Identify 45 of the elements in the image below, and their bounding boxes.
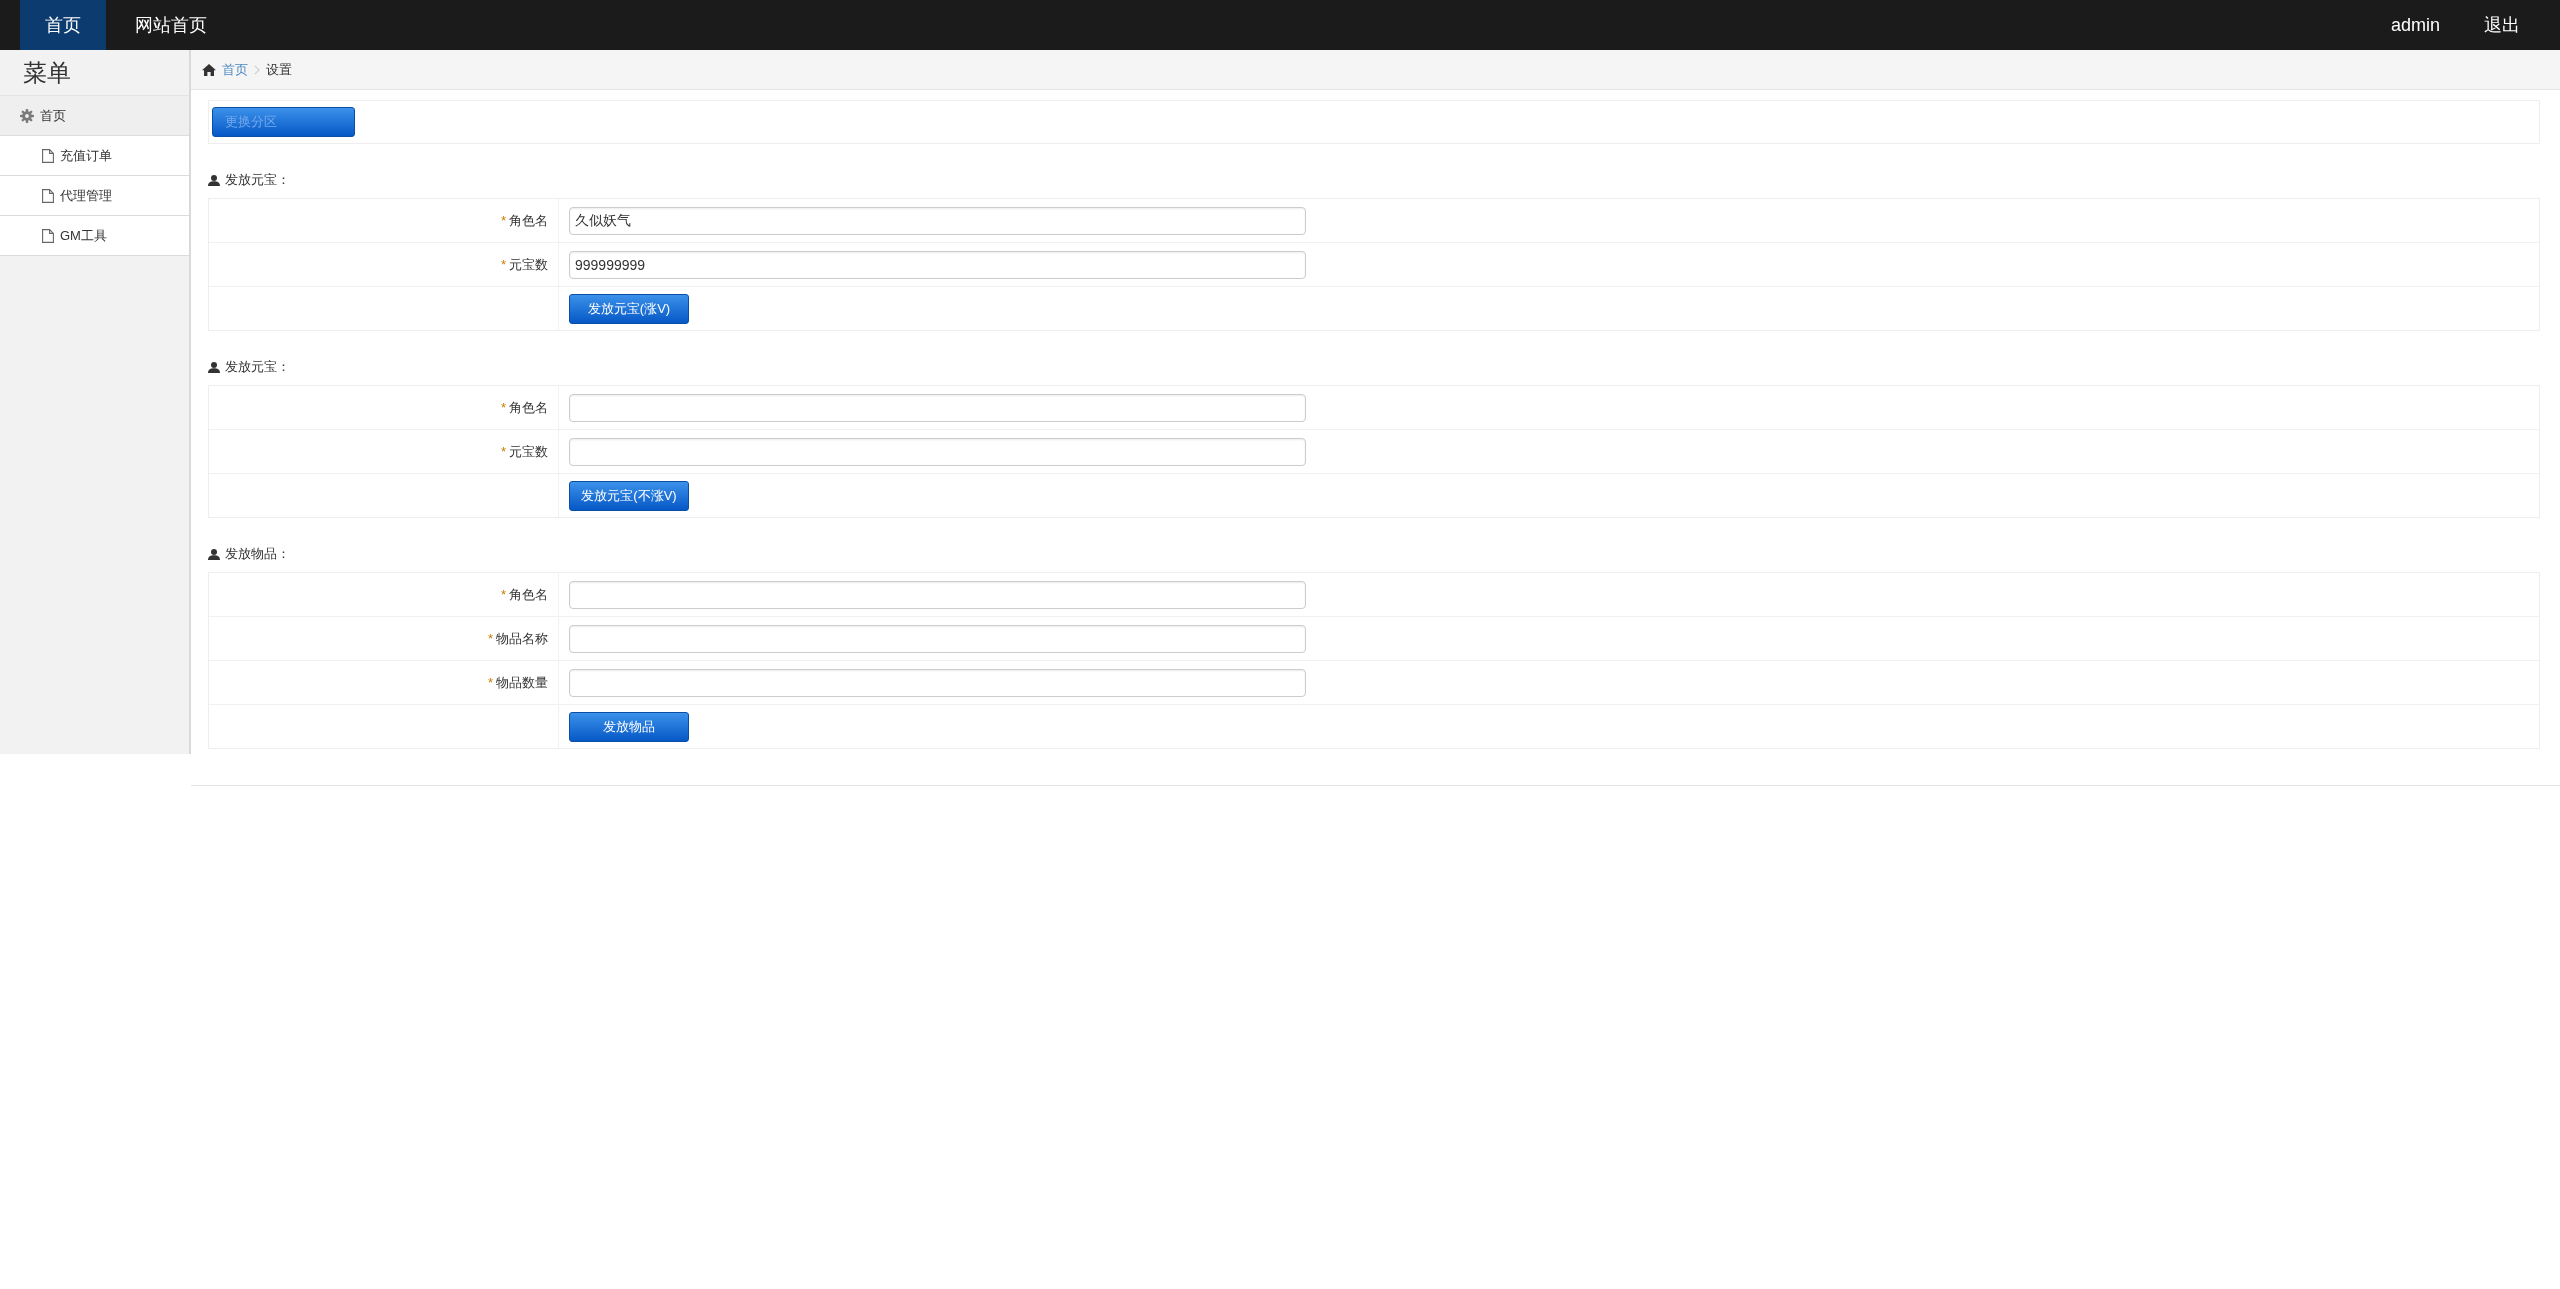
chevron-icon	[254, 64, 260, 75]
sidebar-subitem[interactable]: 代理管理	[0, 176, 189, 216]
file-icon	[42, 148, 54, 163]
section-title: 发放物品：	[225, 545, 290, 563]
breadcrumb-link[interactable]: 首页	[222, 60, 248, 79]
sidebar-subitem[interactable]: GM工具	[0, 216, 189, 256]
field-label: 物品数量	[496, 673, 548, 692]
user-icon	[208, 548, 220, 560]
required-mark: *	[487, 631, 493, 646]
required-mark: *	[500, 257, 506, 272]
breadcrumb-current: 设置	[266, 60, 292, 79]
text-input[interactable]: 久似妖气	[569, 206, 1306, 235]
text-input[interactable]	[569, 437, 1306, 466]
submit-button[interactable]: 发放元宝(涨V)	[569, 293, 689, 324]
submit-button[interactable]: 发放元宝(不涨V)	[569, 480, 689, 511]
field-label: 角色名	[509, 211, 548, 230]
file-icon	[42, 228, 54, 243]
field-label: 角色名	[509, 398, 548, 417]
file-icon	[42, 188, 54, 203]
gear-icon	[20, 108, 34, 123]
field-label: 元宝数	[509, 442, 548, 461]
field-label: 元宝数	[509, 255, 548, 274]
text-input[interactable]	[569, 668, 1306, 697]
submit-button[interactable]: 发放物品	[569, 711, 689, 742]
section-title: 发放元宝：	[225, 358, 290, 376]
required-mark: *	[487, 675, 493, 690]
required-mark: *	[500, 444, 506, 459]
section-title: 发放元宝：	[225, 171, 290, 189]
nav-tab[interactable]: 网站首页	[110, 0, 232, 50]
required-mark: *	[500, 587, 506, 602]
logout-link[interactable]: 退出	[2484, 13, 2520, 37]
text-input[interactable]: 999999999	[569, 250, 1306, 279]
user-name-link[interactable]: admin	[2390, 14, 2440, 36]
text-input[interactable]	[569, 393, 1306, 422]
required-mark: *	[500, 213, 506, 228]
home-icon	[202, 63, 216, 76]
field-label: 物品名称	[496, 629, 548, 648]
text-input[interactable]	[569, 624, 1306, 653]
required-mark: *	[500, 400, 506, 415]
sidebar-subitem[interactable]: 充值订单	[0, 136, 189, 176]
field-label: 角色名	[509, 585, 548, 604]
user-icon	[208, 361, 220, 373]
user-icon	[208, 174, 220, 186]
nav-tab[interactable]: 首页	[20, 0, 106, 50]
text-input[interactable]	[569, 580, 1306, 609]
